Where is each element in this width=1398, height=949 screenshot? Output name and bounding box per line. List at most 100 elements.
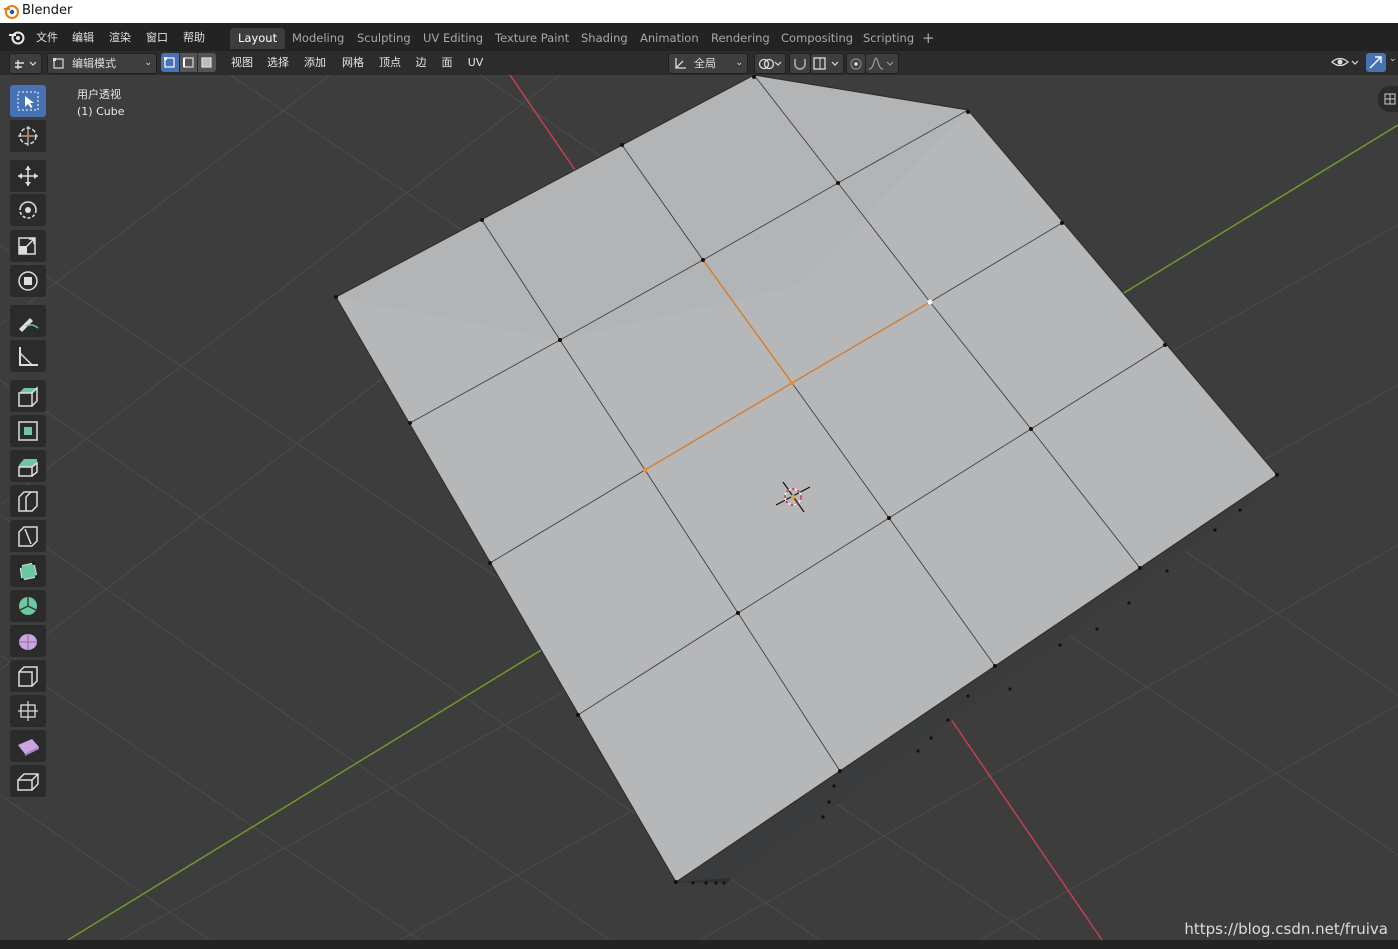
menu-mesh[interactable]: 网格	[337, 53, 369, 73]
gizmo-toggle[interactable]	[1366, 53, 1386, 72]
sidebar-toggle[interactable]	[1378, 86, 1398, 112]
move-icon	[18, 166, 38, 186]
tab-compositing[interactable]: Compositing	[773, 28, 861, 49]
tool-edge-slide[interactable]	[10, 660, 46, 692]
menu-vertex[interactable]: 顶点	[374, 53, 406, 73]
smooth-icon	[19, 634, 37, 650]
shrink-fatten-icon	[18, 701, 38, 721]
eye-icon	[1331, 57, 1359, 67]
knife-icon	[18, 526, 38, 547]
blender-menu-icon[interactable]	[8, 28, 26, 46]
snap-target-dropdown[interactable]	[810, 53, 844, 74]
chevron-down-icon[interactable]: ⌄	[1389, 54, 1397, 64]
shear-icon	[18, 739, 39, 756]
tab-sculpting[interactable]: Sculpting	[349, 28, 419, 49]
extrude-region-icon	[18, 386, 38, 407]
rotate-icon	[19, 201, 37, 219]
chevron-down-icon: ⌄	[735, 58, 743, 68]
editor-type-dropdown[interactable]	[9, 53, 42, 74]
menu-edge[interactable]: 边	[411, 53, 431, 73]
tool-rip-region[interactable]	[10, 765, 46, 797]
tool-smooth[interactable]	[10, 625, 46, 657]
loop-cut-icon	[18, 491, 38, 512]
tab-layout[interactable]: Layout	[230, 28, 286, 49]
tool-annotate[interactable]	[10, 305, 46, 337]
spin-icon	[19, 597, 37, 615]
menu-help[interactable]: 帮助	[183, 29, 205, 45]
tab-uv-editing[interactable]: UV Editing	[415, 28, 491, 49]
tool-bevel[interactable]	[10, 450, 46, 482]
orientation-label: 全局	[694, 57, 716, 70]
tool-loop-cut[interactable]	[10, 485, 46, 517]
menu-uv[interactable]: UV	[463, 53, 488, 73]
menu-select[interactable]: 选择	[262, 53, 294, 73]
menu-window[interactable]: 窗口	[146, 29, 168, 45]
face-select-icon[interactable]	[198, 53, 216, 72]
tab-shading[interactable]: Shading	[573, 28, 636, 49]
tool-measure[interactable]	[10, 340, 46, 372]
falloff-dropdown[interactable]	[865, 53, 899, 74]
transform-icon	[18, 271, 38, 291]
menu-edit[interactable]: 编辑	[72, 29, 94, 45]
tab-scripting[interactable]: Scripting	[855, 28, 922, 49]
tool-shear[interactable]	[10, 730, 46, 762]
chevron-down-icon: ⌄	[144, 58, 152, 68]
add-workspace-button[interactable]: +	[914, 28, 943, 49]
vertex-select-icon[interactable]	[161, 53, 179, 72]
edge-slide-icon	[18, 666, 38, 687]
tool-knife[interactable]	[10, 520, 46, 552]
orientation-axes-icon	[675, 58, 686, 69]
menu-face[interactable]: 面	[437, 53, 457, 73]
scale-icon	[18, 237, 36, 255]
status-bar	[0, 940, 1398, 949]
annotate-icon	[19, 318, 39, 332]
mode-dropdown[interactable]: 编辑模式 ⌄	[47, 53, 157, 74]
measure-icon	[19, 347, 38, 366]
blender-logo-icon	[4, 5, 19, 19]
transform-orientation-dropdown[interactable]: 全局 ⌄	[668, 53, 748, 74]
tab-modeling[interactable]: Modeling	[284, 28, 352, 49]
tool-inset-faces[interactable]	[10, 415, 46, 447]
cursor-icon	[18, 126, 38, 146]
object-name-label: (1) Cube	[77, 105, 125, 118]
menu-render[interactable]: 渲染	[109, 29, 131, 45]
3d-viewport[interactable]	[0, 75, 1398, 940]
gizmo-icon	[1369, 56, 1382, 69]
watermark-text: https://blog.csdn.net/fruiva	[1184, 920, 1388, 938]
tool-spin[interactable]	[10, 590, 46, 622]
tool-shrink-fatten[interactable]	[10, 695, 46, 727]
select-box-icon	[17, 91, 39, 111]
tool-move[interactable]	[10, 160, 46, 192]
edge-select-icon[interactable]	[180, 53, 197, 72]
viewport-editor-icon	[15, 60, 37, 69]
falloff-curve-icon	[868, 57, 894, 70]
tab-texture-paint[interactable]: Texture Paint	[487, 28, 577, 49]
proportional-edit-icon	[850, 58, 862, 70]
poly-build-icon	[18, 561, 39, 582]
tool-scale[interactable]	[10, 230, 46, 262]
tool-rotate[interactable]	[10, 194, 46, 226]
tab-animation[interactable]: Animation	[632, 28, 707, 49]
select-mode-group	[161, 53, 217, 72]
tool-extrude-region[interactable]	[10, 380, 46, 412]
tool-cursor[interactable]	[10, 120, 46, 152]
visibility-dropdown[interactable]	[1330, 53, 1362, 72]
pivot-point-dropdown[interactable]	[754, 53, 786, 74]
view-name-label: 用户透视	[77, 88, 121, 101]
rip-region-icon	[17, 773, 39, 791]
window-title: Blender	[22, 3, 73, 18]
tool-select-box[interactable]	[10, 85, 46, 117]
tool-poly-build[interactable]	[10, 555, 46, 587]
magnet-icon	[794, 59, 806, 70]
pivot-point-icon	[758, 58, 782, 70]
window-titlebar: Blender	[0, 0, 1398, 23]
snap-toggle[interactable]	[789, 53, 811, 74]
menu-file[interactable]: 文件	[36, 29, 58, 45]
tab-rendering[interactable]: Rendering	[703, 28, 778, 49]
proportional-edit-toggle[interactable]	[846, 53, 866, 74]
tool-transform[interactable]	[10, 265, 46, 297]
top-bar: 文件 编辑 渲染 窗口 帮助 Layout Modeling Sculpting…	[0, 23, 1398, 51]
menu-add[interactable]: 添加	[299, 53, 331, 73]
menu-view[interactable]: 视图	[226, 53, 258, 73]
grid-toggle-icon	[1384, 93, 1396, 105]
